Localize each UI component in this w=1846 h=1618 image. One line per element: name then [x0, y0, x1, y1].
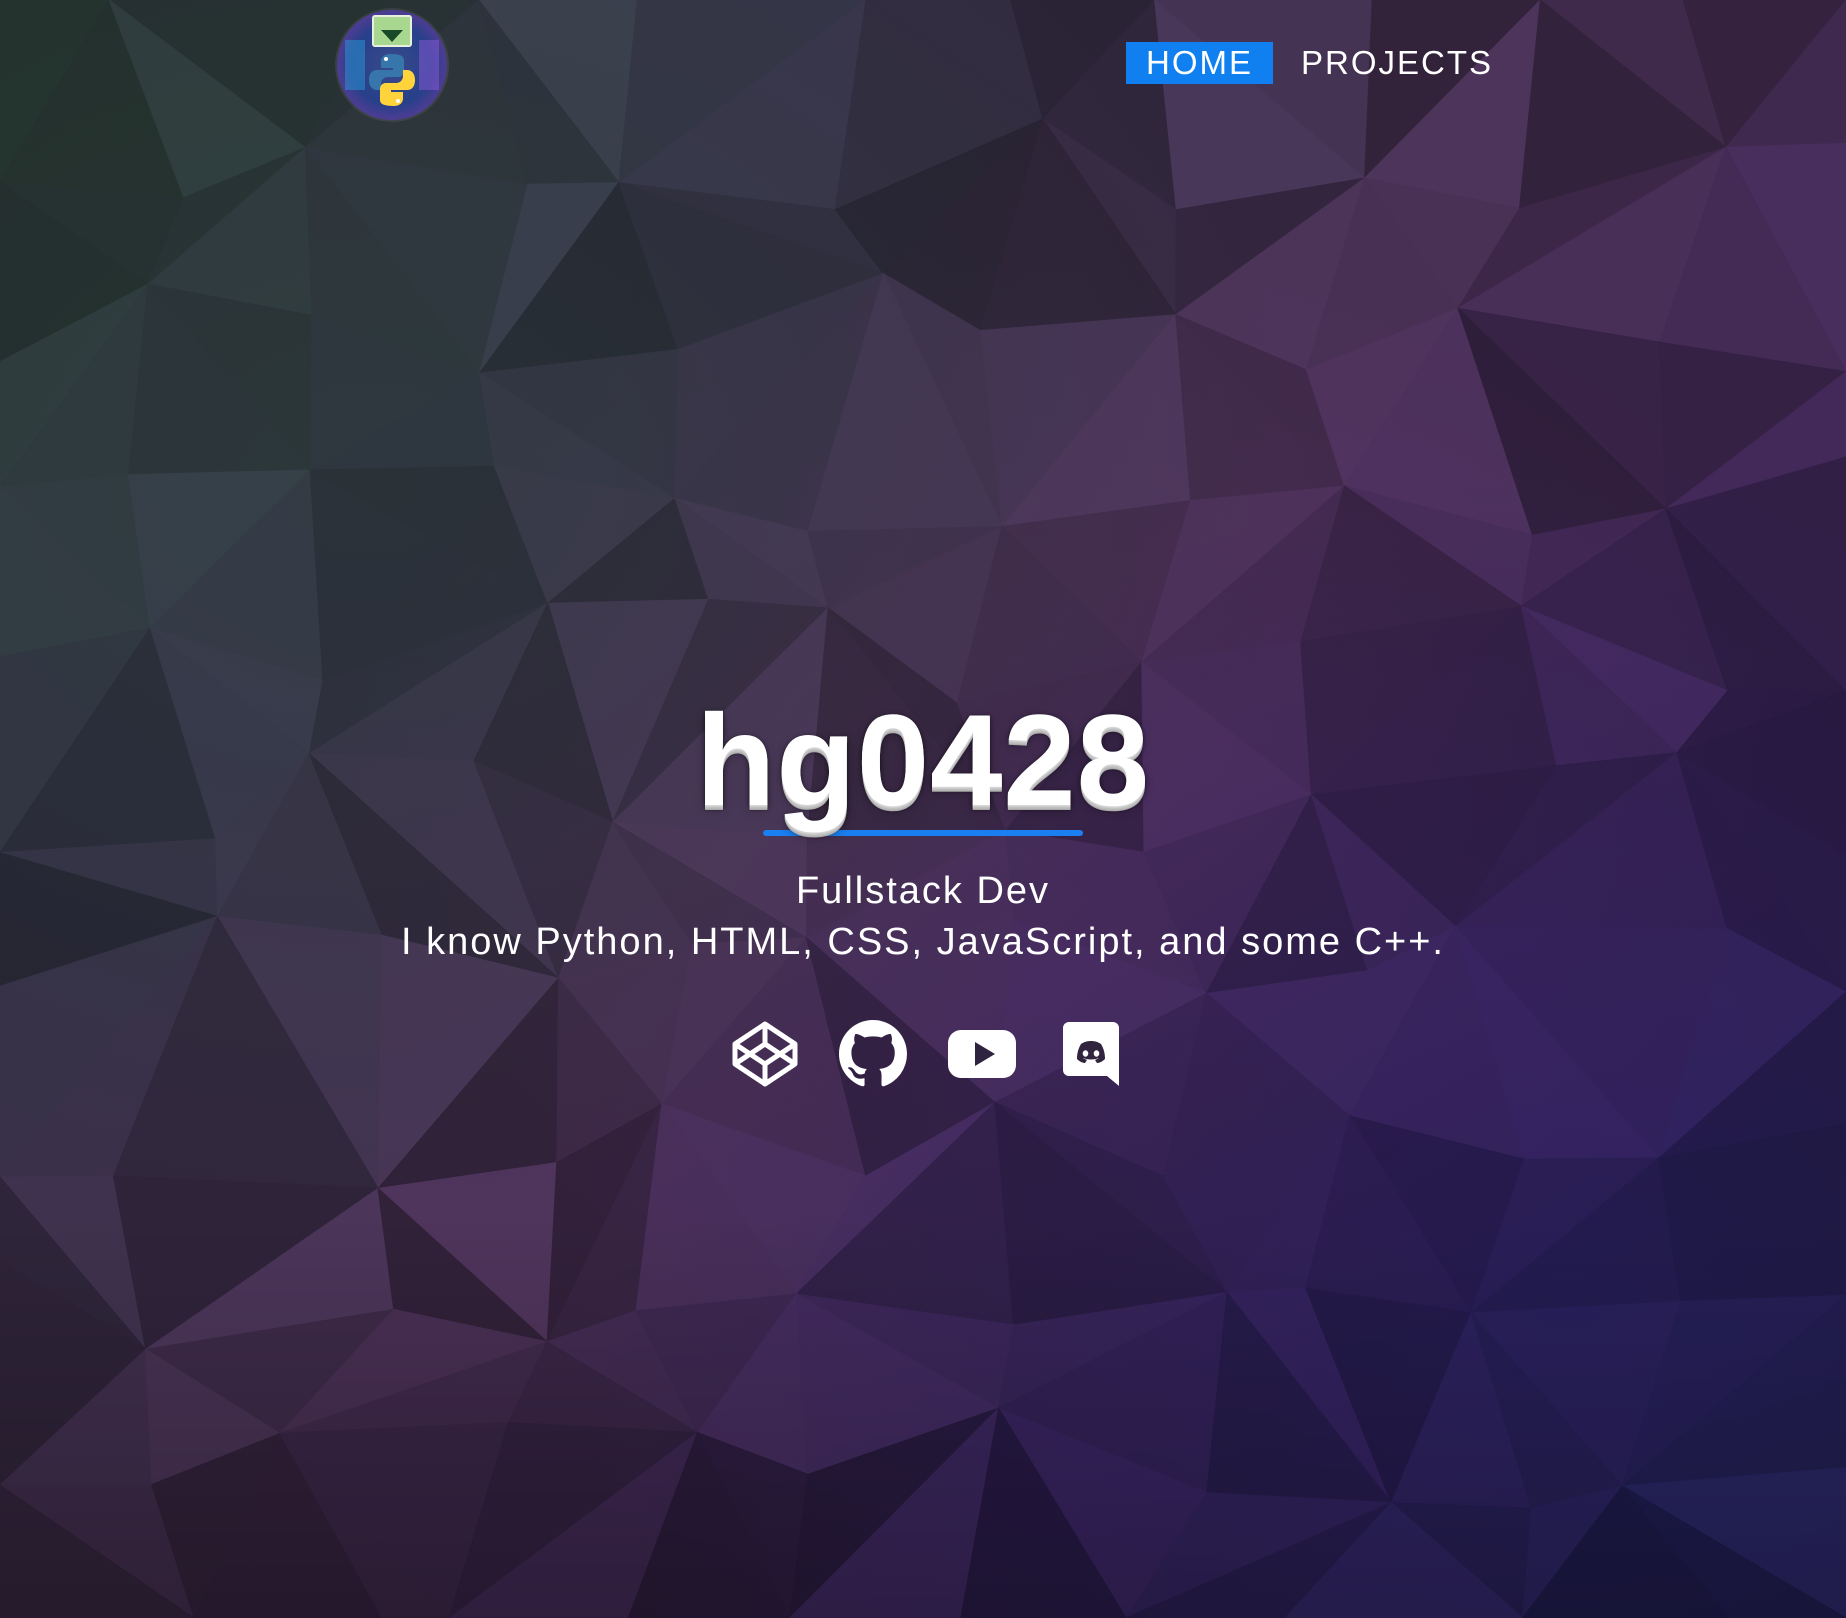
nav-projects-link[interactable]: PROJECTS — [1301, 42, 1493, 84]
social-links — [10, 1020, 1846, 1088]
hero: hg0428 Fullstack Dev I know Python, HTML… — [0, 690, 1846, 1088]
hero-bio: I know Python, HTML, CSS, JavaScript, an… — [401, 921, 1445, 963]
python-logo-avatar-icon — [337, 10, 447, 120]
discord-icon — [1063, 1022, 1119, 1086]
codepen-link[interactable] — [731, 1020, 799, 1088]
page: HOME PROJECTS hg0428 Fullstack Dev I kno… — [0, 0, 1846, 1618]
nav-home-link[interactable]: HOME — [1126, 42, 1273, 84]
codepen-icon — [732, 1021, 798, 1087]
discord-link[interactable] — [1057, 1020, 1125, 1088]
avatar[interactable] — [337, 10, 447, 120]
github-icon — [839, 1020, 907, 1087]
github-link[interactable] — [839, 1020, 907, 1088]
hero-title: hg0428 — [695, 687, 1151, 833]
hero-role: Fullstack Dev — [795, 870, 1051, 912]
youtube-link[interactable] — [947, 1020, 1017, 1088]
youtube-icon — [948, 1030, 1016, 1078]
main-nav: HOME PROJECTS — [1126, 42, 1493, 84]
